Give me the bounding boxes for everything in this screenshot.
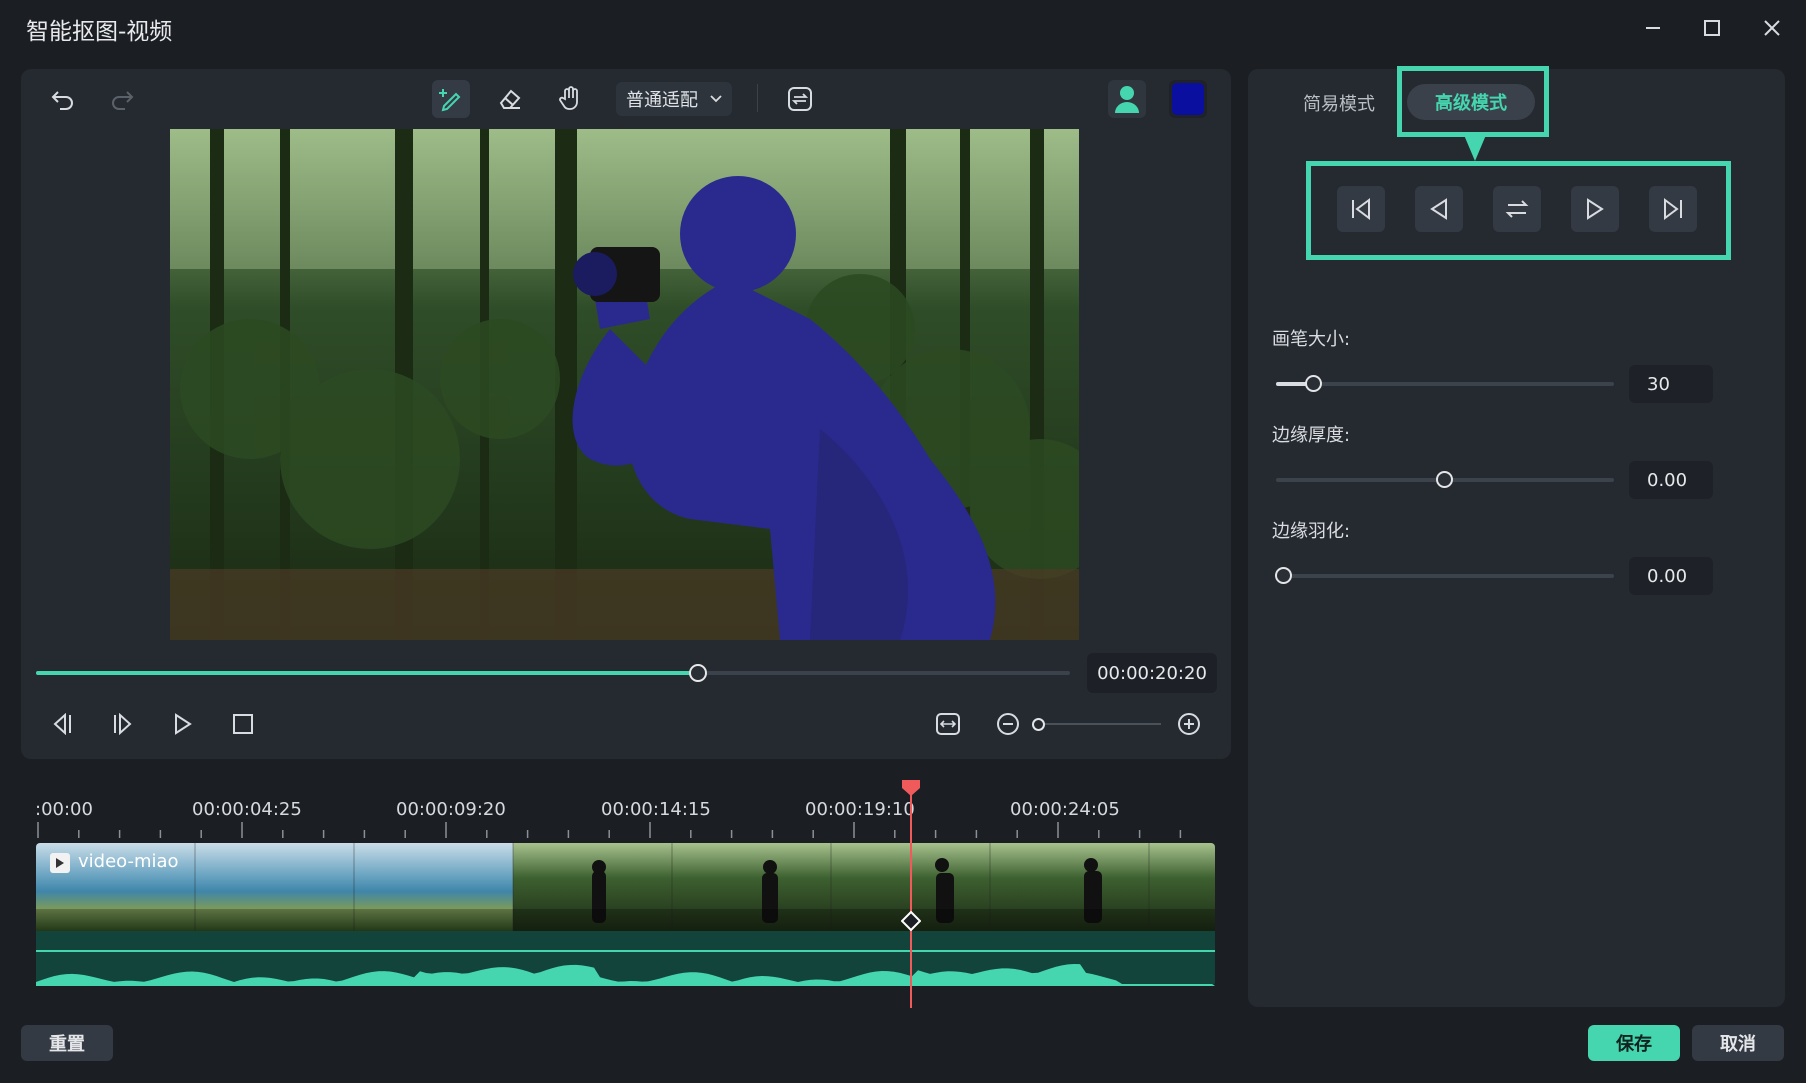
tab-simple-mode[interactable]: 简易模式 [1303, 90, 1375, 116]
playhead-line [910, 790, 912, 1008]
edge-feather-handle[interactable] [1275, 567, 1292, 584]
first-keyframe-icon[interactable] [1337, 186, 1385, 232]
clip-play-icon [50, 853, 70, 873]
mask-color-swatch[interactable] [1169, 80, 1207, 118]
brush-size-label: 画笔大小: [1272, 329, 1351, 350]
audio-track[interactable] [36, 931, 1215, 986]
prev-keyframe-icon[interactable] [1415, 186, 1463, 232]
zoom-out-icon[interactable] [988, 704, 1028, 744]
edge-thickness-handle[interactable] [1436, 471, 1453, 488]
prev-frame-icon[interactable] [42, 704, 82, 744]
next-keyframe-icon[interactable] [1571, 186, 1619, 232]
save-button[interactable]: 保存 [1588, 1025, 1680, 1061]
tab-advanced-mode[interactable]: 高级模式 [1407, 84, 1535, 120]
ruler-label: :00:00 [35, 799, 93, 820]
reset-button[interactable]: 重置 [21, 1025, 113, 1061]
person-mask-icon[interactable] [1108, 80, 1146, 118]
zoom-slider-handle[interactable] [1032, 718, 1045, 731]
fit-timeline-icon[interactable] [928, 704, 968, 744]
last-keyframe-icon[interactable] [1649, 186, 1697, 232]
brush-size-slider[interactable] [1276, 382, 1614, 386]
stop-icon[interactable] [223, 704, 263, 744]
close-icon[interactable] [1752, 10, 1792, 46]
title-bar: 智能抠图-视频 [0, 0, 1806, 58]
video-preview[interactable] [170, 129, 1079, 640]
video-track[interactable] [36, 843, 1215, 931]
edge-thickness-value[interactable]: 0.00 [1629, 461, 1713, 499]
keyframe-marker-icon[interactable] [901, 911, 921, 931]
mask-color-fill [1172, 83, 1204, 115]
hand-tool-icon[interactable] [551, 80, 589, 118]
edge-feather-slider[interactable] [1276, 574, 1614, 578]
window-title: 智能抠图-视频 [26, 19, 173, 45]
ruler-label: 00:00:09:20 [396, 799, 506, 820]
edge-thickness-label: 边缘厚度: [1272, 425, 1351, 446]
ruler-label: 00:00:04:25 [192, 799, 302, 820]
ruler-label: 00:00:24:05 [1010, 799, 1120, 820]
chevron-down-icon [710, 95, 722, 103]
zoom-slider-track[interactable] [1037, 723, 1161, 725]
current-time: 00:00:20:20 [1087, 653, 1217, 693]
ruler-label: 00:00:14:15 [601, 799, 711, 820]
timeline-ruler[interactable] [36, 822, 1216, 838]
clip-name: video-miao [78, 851, 179, 872]
cancel-button[interactable]: 取消 [1692, 1025, 1784, 1061]
playback-progress-handle[interactable] [688, 664, 707, 682]
ruler-label: 00:00:19:10 [805, 799, 915, 820]
fit-mode-select[interactable]: 普通适配 [616, 82, 732, 116]
play-icon[interactable] [163, 704, 203, 744]
eraser-tool-icon[interactable] [491, 80, 529, 118]
minimize-icon[interactable] [1633, 10, 1673, 46]
brush-size-value[interactable]: 30 [1629, 365, 1713, 403]
next-frame-icon[interactable] [103, 704, 143, 744]
swap-direction-icon[interactable] [1493, 186, 1541, 232]
brush-size-handle[interactable] [1305, 375, 1322, 392]
callout-arrow-icon [1462, 135, 1488, 163]
playhead-handle[interactable] [902, 780, 920, 796]
zoom-in-icon[interactable] [1169, 704, 1209, 744]
toolbar-divider [757, 84, 758, 112]
fit-mode-label: 普通适配 [626, 90, 698, 111]
edge-feather-label: 边缘羽化: [1272, 521, 1351, 542]
swap-icon[interactable] [781, 80, 819, 118]
playback-progress-fill [36, 671, 698, 675]
brush-add-tool-icon[interactable] [432, 80, 470, 118]
maximize-icon[interactable] [1692, 10, 1732, 46]
edge-feather-value[interactable]: 0.00 [1629, 557, 1713, 595]
undo-icon[interactable] [44, 80, 82, 118]
redo-icon[interactable] [103, 80, 141, 118]
